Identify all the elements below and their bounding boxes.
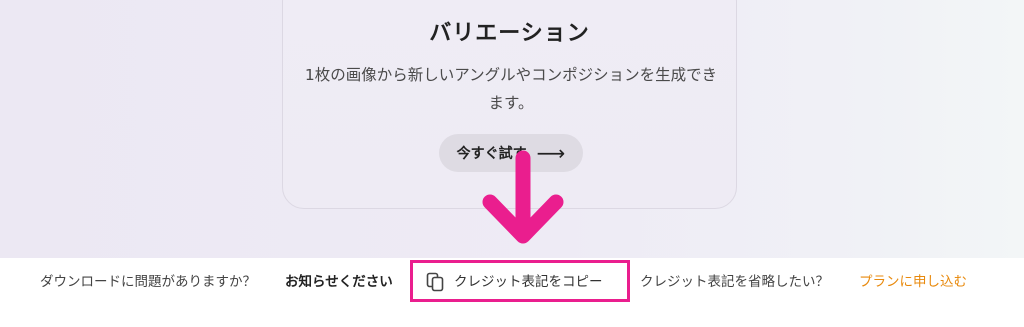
copy-credit-button[interactable]: クレジット表記をコピー <box>410 260 630 302</box>
subscribe-plan-link[interactable]: プランに申し込む <box>859 272 967 292</box>
card-title: バリエーション <box>429 21 590 46</box>
copy-credit-label: クレジット表記をコピー <box>454 274 603 290</box>
problem-text: ダウンロードに問題がありますか？ <box>40 274 256 290</box>
download-footer: ダウンロードに問題がありますか？ お知らせください クレジット表記をコピー クレ… <box>0 258 1024 327</box>
omit-credit-text: クレジット表記を省略したい？ <box>640 274 829 290</box>
card-description: 1枚の画像から新しいアングルやコンポジションを生成できます。 <box>304 66 718 112</box>
notify-link[interactable]: お知らせください <box>285 272 393 292</box>
annotation-down-arrow-icon <box>482 150 564 244</box>
copy-icon <box>426 272 444 292</box>
